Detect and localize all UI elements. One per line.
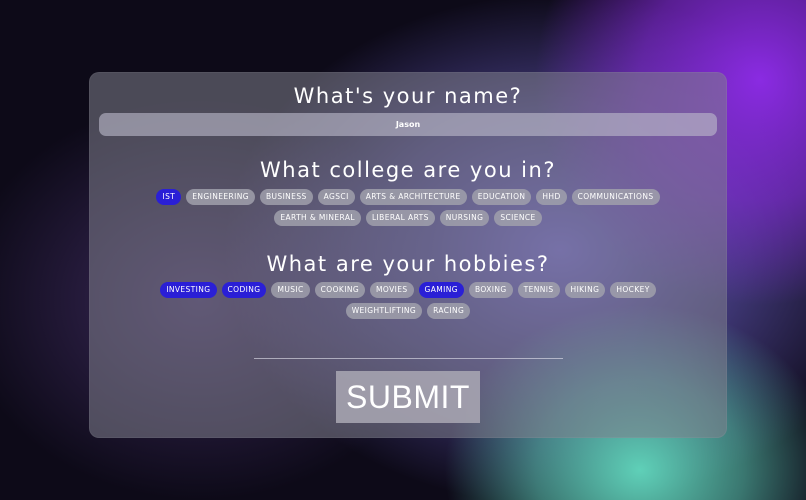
hobby-chip[interactable]: INVESTING bbox=[160, 282, 217, 298]
college-chip[interactable]: ARTS & ARCHITECTURE bbox=[359, 189, 467, 205]
college-options: IST ENGINEERING BUSINESS AGSCI ARTS & ARCHIT… bbox=[129, 189, 687, 226]
name-input[interactable] bbox=[99, 113, 717, 136]
college-heading: What college are you in? bbox=[260, 158, 556, 182]
survey-card: What's your name? What college are you i… bbox=[89, 72, 727, 438]
hobby-chip[interactable]: GAMING bbox=[418, 282, 464, 298]
divider bbox=[254, 358, 563, 359]
college-chip[interactable]: ENGINEERING bbox=[186, 189, 255, 205]
college-chip[interactable]: BUSINESS bbox=[259, 189, 313, 205]
hobbies-heading: What are your hobbies? bbox=[266, 252, 550, 276]
hobby-chip[interactable]: HOCKEY bbox=[610, 282, 656, 298]
college-chip[interactable]: AGSCI bbox=[317, 189, 355, 205]
college-chip[interactable]: NURSING bbox=[439, 210, 490, 226]
college-chip[interactable]: LIBERAL ARTS bbox=[365, 210, 435, 226]
hobby-chip[interactable]: HIKING bbox=[564, 282, 606, 298]
college-chip[interactable]: IST bbox=[156, 189, 182, 205]
hobby-options: INVESTING CODING MUSIC COOKING MOVIES GAMING B… bbox=[129, 282, 687, 319]
hobby-chip[interactable]: CODING bbox=[221, 282, 267, 298]
college-chip[interactable]: EDUCATION bbox=[471, 189, 532, 205]
hobby-chip[interactable]: MUSIC bbox=[271, 282, 310, 298]
submit-button[interactable]: SUBMIT bbox=[336, 371, 480, 423]
hobby-chip[interactable]: COOKING bbox=[314, 282, 366, 298]
hobby-chip[interactable]: MOVIES bbox=[370, 282, 414, 298]
hobby-chip[interactable]: WEIGHTLIFTING bbox=[345, 303, 423, 319]
name-heading: What's your name? bbox=[293, 84, 523, 108]
college-chip[interactable]: EARTH & MINERAL bbox=[274, 210, 361, 226]
hobby-chip[interactable]: BOXING bbox=[469, 282, 513, 298]
hobby-chip[interactable]: TENNIS bbox=[517, 282, 560, 298]
college-chip[interactable]: COMMUNICATIONS bbox=[571, 189, 660, 205]
college-chip[interactable]: HHD bbox=[536, 189, 567, 205]
college-chip[interactable]: SCIENCE bbox=[494, 210, 542, 226]
hobby-chip[interactable]: RACING bbox=[427, 303, 471, 319]
